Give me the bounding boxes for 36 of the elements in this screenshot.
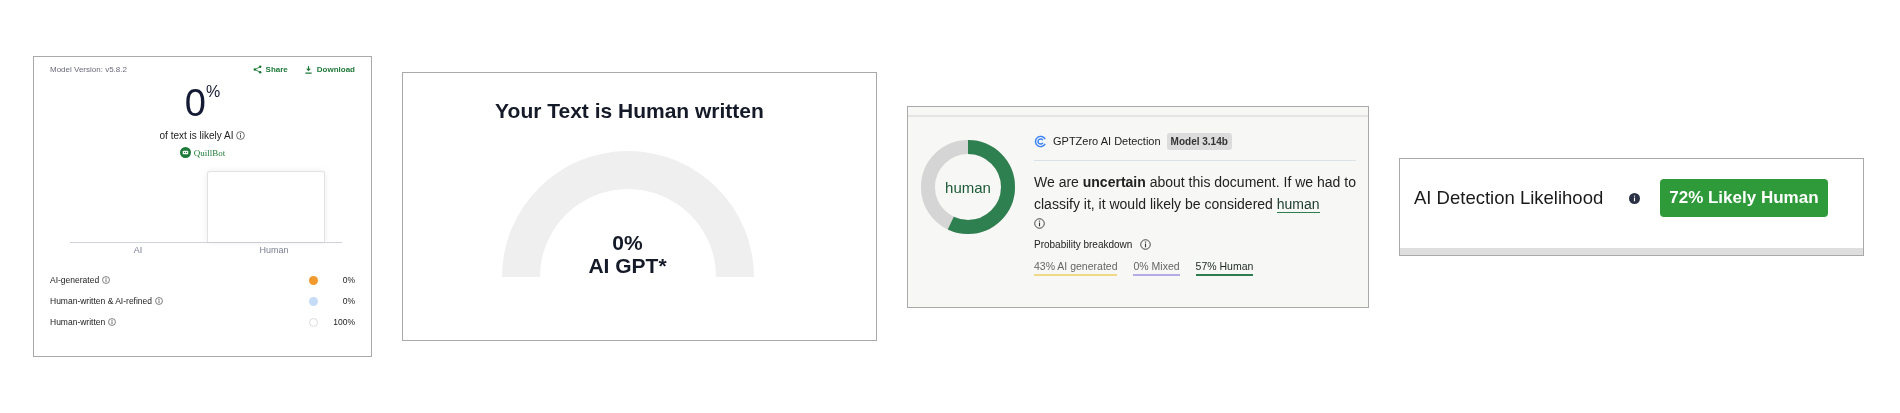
spiral-logo-icon	[1034, 134, 1047, 148]
product-title: GPTZero AI Detection	[1053, 135, 1161, 147]
breakdown-item[interactable]: 57% Human	[1195, 259, 1254, 276]
donut-label: human	[945, 179, 991, 194]
result-badge: 72% Likely Human	[1660, 179, 1828, 217]
legend-label: Human-written	[50, 317, 106, 327]
brand-name: QuillBot	[193, 147, 226, 158]
result-heading: Your Text is Human written	[495, 99, 764, 123]
model-badge: Model 3.14b	[1166, 132, 1232, 150]
breakdown-item[interactable]: 0% Mixed	[1133, 259, 1180, 276]
bar-label: Human	[259, 245, 289, 255]
gauge-label: AI GPT*	[588, 253, 667, 277]
score-caption: of text is likely AI	[159, 130, 234, 141]
download-button[interactable]: Download	[303, 65, 355, 74]
info-icon[interactable]	[236, 131, 246, 140]
info-icon[interactable]	[1034, 217, 1045, 229]
info-icon[interactable]	[1629, 192, 1641, 204]
model-version: Model Version: v5.8.2	[50, 65, 127, 74]
download-icon	[303, 65, 313, 74]
breakdown-title: Probability breakdown	[1034, 238, 1133, 250]
verdict-link[interactable]: human	[1276, 195, 1320, 213]
robot-logo-icon	[179, 147, 191, 158]
legend-label: AI-generated	[50, 275, 100, 285]
gauge-value: 0%	[612, 230, 643, 254]
bar-label: AI	[133, 245, 143, 255]
legend-value: 100%	[333, 317, 355, 327]
percent-sign: %	[205, 84, 221, 100]
share-button[interactable]: Share	[252, 65, 288, 74]
likelihood-title: AI Detection Likelihood	[1414, 187, 1604, 209]
legend-value: 0%	[341, 275, 355, 285]
summary-text: We are uncertain about this document. If we had to classify it, it would likely be considered human	[1034, 172, 1356, 215]
share-icon	[252, 65, 262, 74]
breakdown-item[interactable]: 43% AI generated	[1034, 259, 1118, 276]
score-value: 0	[184, 84, 206, 122]
legend-value: 0%	[341, 296, 355, 306]
legend-label: Human-written & AI-refined	[50, 296, 153, 306]
